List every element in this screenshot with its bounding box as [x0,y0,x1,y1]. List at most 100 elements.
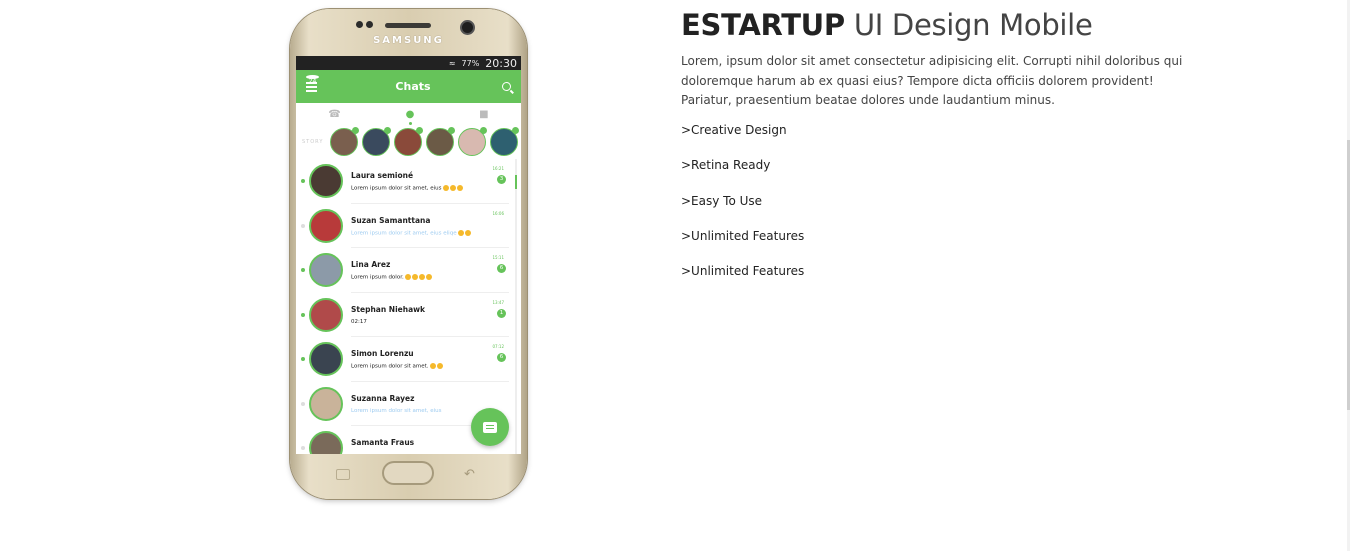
story-avatar[interactable] [490,127,519,156]
search-icon[interactable] [501,82,511,91]
avatar [309,431,343,454]
unread-badge: 6 [497,264,506,273]
story-avatar[interactable] [394,127,423,156]
chat-tab-icon[interactable]: ● [406,109,414,125]
avatar [309,297,343,332]
emoji-icon [418,274,425,280]
new-chat-button[interactable] [471,408,509,446]
chat-name: Suzanna Rayez [351,393,415,403]
emoji-icon [425,274,432,280]
chat-name: Lina Arez [351,260,391,269]
contacts-tab-icon[interactable]: ■ [479,109,488,120]
emoji-icon [449,185,456,191]
chat-row[interactable]: Simon Lorenzu Lorem ipsum dolor sit amet.… [296,337,521,382]
online-indicator [301,446,305,450]
avatar [309,253,343,287]
chat-time: 16:21 [492,166,504,171]
battery-level: 77% [461,58,480,68]
chat-preview: Lorem ipsum dolor. [351,274,432,281]
chat-name: Samanta Fraus [351,438,415,447]
chat-time: 15:11 [492,255,504,260]
title-light: UI Design Mobile [853,8,1093,42]
message-icon [483,421,497,433]
phone-screen: ≈ 77% 20:30 24 Chats ☎ ● ■ STORY Laura s… [296,56,521,454]
emoji-icon [411,274,418,280]
chat-message: Lorem ipsum dolor sit amet, eius eliqe [351,230,457,236]
emoji-icon [464,229,471,236]
chat-row[interactable]: Laura semioné Lorem ipsum dolor sit amet,… [296,159,521,204]
story-avatar[interactable] [330,127,359,156]
app-title: Chats [395,80,431,93]
feature-list: >Creative Design >Retina Ready >Easy To Us… [681,123,804,299]
chat-preview: Lorem ipsum dolor sit amet. [351,363,443,370]
online-indicator [301,179,305,183]
chat-name: Stephan Niehawk [351,304,426,314]
emoji-icon [442,185,449,191]
chat-row[interactable]: Stephan Niehawk 02:17 13:47 1 [296,293,521,337]
avatar [309,164,343,198]
status-time: 20:30 [485,56,517,70]
chat-message: Lorem ipsum dolor sit amet, eius [351,407,442,414]
chat-time: 16:06 [492,210,504,216]
title-bold: ESTARTUP [681,8,845,42]
story-indicator [448,127,455,134]
online-indicator [301,268,305,272]
wifi-icon: ≈ [448,58,456,68]
page-title: ESTARTUP UI Design Mobile [681,8,1093,42]
sensor-icon [356,21,363,28]
chat-time: 13:47 [492,299,504,305]
story-indicator [416,127,423,134]
chat-message: Lorem ipsum dolor sit amet. [351,363,429,370]
unread-badge: 3 [497,175,506,184]
feature-item: >Creative Design [681,123,787,137]
chat-preview: 02:17 [351,319,367,325]
recent-apps-icon[interactable] [336,469,350,480]
chat-message: 02:17 [351,318,367,325]
avatar [309,208,343,243]
chat-preview: Lorem ipsum dolor sit amet, eius [351,408,442,414]
phone-mockup: SAMSUNG ≈ 77% 20:30 24 Chats ☎ ● ■ STORY… [290,9,527,499]
app-tabs: ☎ ● ■ [296,103,521,125]
menu-icon[interactable]: 24 [306,74,324,94]
chat-name: Laura semioné [351,171,414,180]
emoji-icon [404,274,411,280]
chat-name: Simon Lorenzu [351,349,414,358]
phone-tab-icon[interactable]: ☎ [328,109,340,120]
chat-name: Suzan Samanttana [351,215,431,225]
sensor-icon [366,21,373,28]
emoji-icon [456,185,463,191]
feature-item: >Unlimited Features [681,228,805,243]
story-indicator [512,127,519,134]
phone-brand: SAMSUNG [373,35,444,46]
camera-icon [462,22,473,33]
feature-item: >Retina Ready [681,158,771,173]
story-indicator [480,127,487,134]
story-indicator [384,127,391,134]
emoji-icon [457,229,464,236]
app-header: 24 Chats [296,70,521,103]
menu-badge: 24 [306,74,319,85]
story-avatar[interactable] [426,127,455,156]
online-indicator [301,223,305,228]
chat-row[interactable]: Suzan Samanttana Lorem ipsum dolor sit am… [296,204,521,248]
feature-item: >Unlimited Features [681,264,805,279]
story-label: STORY [302,139,324,145]
story-avatar[interactable] [362,127,391,156]
speaker-grille [385,23,431,28]
story-row: STORY [296,125,521,159]
chat-message: Lorem ipsum dolor. [351,274,404,281]
avatar [309,342,343,376]
online-indicator [301,401,305,406]
chat-row[interactable]: Lina Arez Lorem ipsum dolor. 15:11 6 [296,248,521,293]
unread-badge: 1 [497,308,506,318]
story-avatar[interactable] [458,127,487,156]
back-icon[interactable]: ↶ [464,467,475,482]
chat-preview: Lorem ipsum dolor sit amet, eius [351,185,463,192]
emoji-icon [429,363,436,369]
unread-badge: 6 [497,353,506,362]
feature-item: >Easy To Use [681,193,763,208]
home-button[interactable] [382,461,434,485]
avatar [309,386,343,421]
chat-preview: Lorem ipsum dolor sit amet, eius eliqe [351,229,471,236]
online-indicator [301,357,305,361]
